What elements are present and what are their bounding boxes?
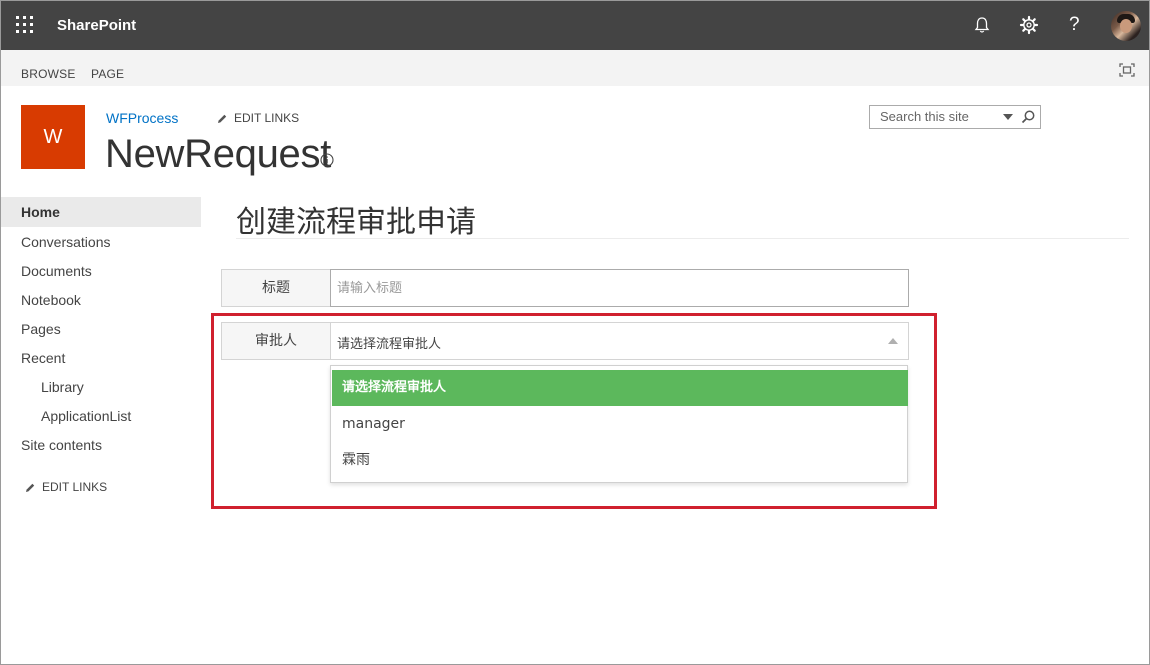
dropdown-option-manager[interactable]: manager <box>332 406 908 442</box>
edit-links-label: EDIT LINKS <box>234 111 300 125</box>
dropdown-option-placeholder[interactable]: 请选择流程审批人 <box>332 370 908 406</box>
gear-icon[interactable] <box>1018 14 1040 36</box>
edit-links-label: EDIT LINKS <box>42 480 108 494</box>
nav-item-applicationlist[interactable]: ApplicationList <box>41 408 131 424</box>
chevron-up-icon <box>888 338 898 344</box>
info-icon[interactable] <box>320 153 334 167</box>
approver-select[interactable]: 请选择流程审批人 <box>330 322 909 360</box>
nav-item-recent[interactable]: Recent <box>21 350 65 366</box>
tab-browse[interactable]: BROWSE <box>21 67 76 81</box>
title-input[interactable] <box>331 270 908 306</box>
app-name[interactable]: SharePoint <box>57 17 136 34</box>
search-scope-dropdown-icon[interactable] <box>1003 114 1013 120</box>
nav-item-library[interactable]: Library <box>41 379 84 395</box>
site-link[interactable]: WFProcess <box>106 110 178 126</box>
site-logo[interactable]: W <box>21 105 85 169</box>
pencil-icon <box>218 114 227 123</box>
page-title: 创建流程审批申请 <box>236 205 476 240</box>
edit-links-left[interactable]: EDIT LINKS <box>24 480 107 494</box>
suite-bar: SharePoint ? <box>1 1 1149 50</box>
bell-icon[interactable] <box>971 14 993 36</box>
nav-item-home[interactable]: Home <box>21 204 60 220</box>
nav-item-conversations[interactable]: Conversations <box>21 234 111 250</box>
nav-item-site-contents[interactable]: Site contents <box>21 437 102 453</box>
focus-on-content-icon[interactable] <box>1119 63 1135 77</box>
edit-links-top[interactable]: EDIT LINKS <box>216 111 299 125</box>
dropdown-option-linyu[interactable]: 霖雨 <box>332 442 908 478</box>
title-field <box>330 269 909 307</box>
site-search-box <box>869 105 1041 129</box>
nav-item-pages[interactable]: Pages <box>21 321 61 337</box>
site-title: NewRequest <box>105 132 332 176</box>
nav-item-notebook[interactable]: Notebook <box>21 292 81 308</box>
approver-field-label: 审批人 <box>221 322 331 360</box>
approver-dropdown-list: 请选择流程审批人 manager 霖雨 <box>330 365 908 483</box>
app-launcher-icon[interactable] <box>15 15 35 35</box>
ribbon: BROWSE PAGE <box>1 50 1149 86</box>
search-input[interactable] <box>870 106 1000 126</box>
tab-page[interactable]: PAGE <box>91 67 124 81</box>
title-field-label: 标题 <box>221 269 331 307</box>
avatar[interactable] <box>1111 11 1141 41</box>
approver-select-value: 请选择流程审批人 <box>337 337 442 352</box>
nav-item-documents[interactable]: Documents <box>21 263 92 279</box>
search-icon[interactable] <box>1020 109 1036 125</box>
help-icon[interactable]: ? <box>1069 14 1080 36</box>
pencil-icon <box>26 483 35 492</box>
title-divider <box>236 238 1129 239</box>
